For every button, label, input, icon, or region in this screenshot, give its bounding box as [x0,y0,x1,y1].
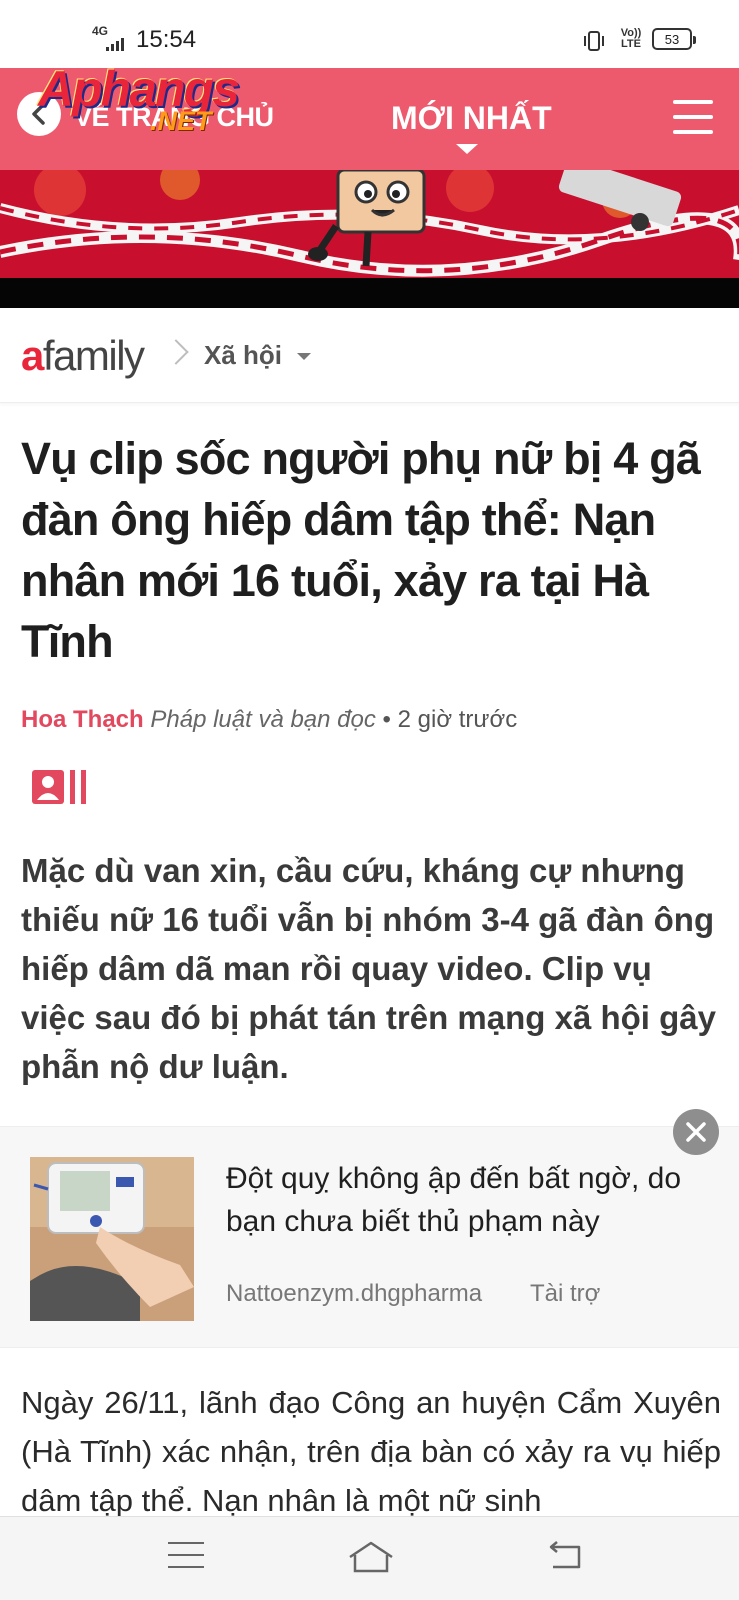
latest-news-tab[interactable]: MỚI NHẤT [391,100,552,137]
caret-down-icon [456,144,478,154]
publish-time: 2 giờ trước [397,706,518,733]
article-meta: Hoa Thạch Pháp luật và bạn đọc • 2 giờ t… [21,706,517,734]
vibrate-icon [584,31,604,51]
close-icon [686,1122,706,1142]
battery-icon: 53 [652,28,696,50]
close-ad-button[interactable] [673,1109,719,1155]
volte-indicator: Vo)) LTE [620,27,642,50]
clock: 15:54 [136,26,197,53]
ad-title[interactable]: Đột quỵ không ập đến bất ngờ, do bạn chư… [226,1157,716,1243]
top-header: VỀ TRANG CHỦ Aphangs .NET MỚI NHẤT [0,61,739,170]
ad-image[interactable] [30,1157,194,1321]
source-name: Pháp luật và bạn đọc [150,706,376,733]
chevron-down-icon[interactable] [297,353,311,360]
meta-separator: • [382,706,391,733]
breadcrumb: afamily Xã hội [0,308,739,403]
article-headline: Vụ clip sốc người phụ nữ bị 4 gã đàn ông… [21,433,701,667]
system-nav-bar [0,1516,739,1600]
category-link[interactable]: Xã hội [204,340,282,371]
home-icon[interactable] [346,1537,396,1577]
battery-level: 53 [664,31,680,47]
sponsored-ad[interactable]: Đột quỵ không ập đến bất ngờ, do bạn chư… [0,1126,739,1348]
banner-bottom-bar [0,278,739,308]
banner-illustration [0,170,739,278]
blood-pressure-monitor-image [30,1157,194,1321]
network-type: 4G [92,24,109,38]
sponsored-label: Tài trợ [530,1280,601,1307]
author-link[interactable]: Hoa Thạch [21,706,144,733]
nav-menu-icon[interactable] [168,1542,204,1568]
afamily-logo[interactable]: afamily [21,332,145,380]
menu-icon[interactable] [673,100,713,134]
signal-icon [106,38,124,51]
site-logo-suffix: .NET [150,106,212,136]
gallery-icon[interactable] [32,770,92,810]
chevron-right-icon [163,339,189,365]
ad-source: Nattoenzym.dhgpharma [226,1280,483,1307]
promo-banner[interactable] [0,170,739,278]
article-body: Ngày 26/11, lãnh đạo Công an huyện Cẩm X… [21,1385,721,1516]
article-summary: Mặc dù van xin, cầu cứu, kháng cự nhưng … [21,852,716,1085]
nav-back-icon[interactable] [545,1539,585,1573]
status-bar: 4G 15:54 Vo)) LTE 53 [0,0,739,68]
